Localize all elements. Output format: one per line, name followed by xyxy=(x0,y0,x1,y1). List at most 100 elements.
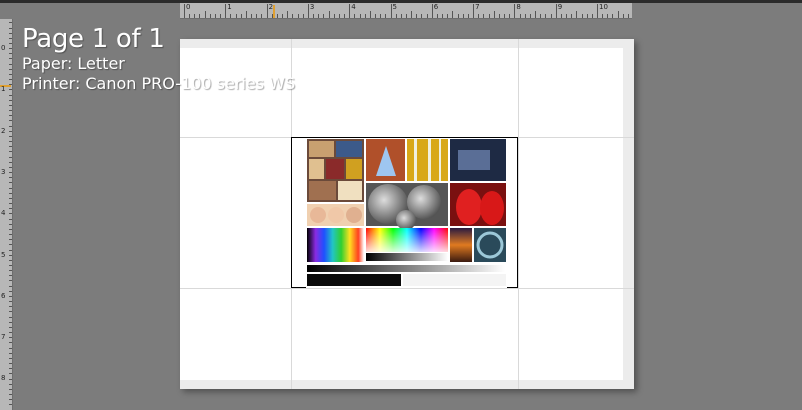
ruler-tick xyxy=(9,326,12,328)
ruler-tick xyxy=(504,14,506,18)
ruler-tick xyxy=(9,388,12,390)
layout-guide-vertical[interactable] xyxy=(518,39,519,389)
ruler-tick xyxy=(473,4,475,18)
ruler-tick xyxy=(266,4,268,18)
ruler-tick xyxy=(586,14,588,18)
ruler-tick xyxy=(354,14,356,18)
ruler-tick xyxy=(364,14,366,18)
vertical-ruler: 0 1 2 3 4 5 6 7 8 xyxy=(0,19,13,410)
ruler-tick xyxy=(9,73,12,75)
ruler-tick xyxy=(540,14,542,18)
ruler-tick xyxy=(328,11,330,18)
ruler-tick xyxy=(416,14,418,18)
ruler-tick xyxy=(9,383,12,385)
ruler-tick xyxy=(385,14,387,18)
ruler-number: 0 xyxy=(1,44,6,52)
ruler-tick xyxy=(535,11,537,18)
image-cell[interactable] xyxy=(291,137,518,288)
ruler-tick xyxy=(566,14,568,18)
page-count: Page 1 of 1 xyxy=(22,24,165,54)
ruler-tick xyxy=(9,357,12,359)
ruler-tick xyxy=(204,11,206,18)
ruler-tick xyxy=(467,14,469,18)
ruler-tick xyxy=(426,14,428,18)
ruler-tick xyxy=(411,11,413,18)
ruler-tick xyxy=(514,4,516,18)
ruler-tick xyxy=(9,79,12,81)
ruler-tick xyxy=(359,14,361,18)
ruler-number: 5 xyxy=(392,3,397,11)
ruler-tick xyxy=(447,14,449,18)
ruler-tick xyxy=(9,130,12,132)
ruler-tick xyxy=(9,332,12,334)
printer-label: Printer: xyxy=(22,74,81,93)
ruler-tick xyxy=(431,4,433,18)
ruler-number: 0 xyxy=(186,3,191,11)
ruler-number: 8 xyxy=(1,374,6,383)
ruler-tick xyxy=(576,11,578,18)
ruler-tick xyxy=(235,14,237,18)
paper-label: Paper: xyxy=(22,54,73,73)
ruler-tick xyxy=(9,182,12,184)
ruler-number: 2 xyxy=(1,126,6,135)
ruler-tick xyxy=(617,11,619,18)
ruler-tick xyxy=(9,89,12,91)
ruler-tick xyxy=(9,63,12,65)
ruler-tick xyxy=(287,11,289,18)
ruler-tick xyxy=(9,363,12,365)
ruler-tick xyxy=(344,14,346,18)
ruler-tick xyxy=(9,264,12,266)
ruler-tick xyxy=(493,11,495,18)
ruler-tick xyxy=(209,14,211,18)
ruler-tick xyxy=(519,14,521,18)
ruler-tick xyxy=(9,275,12,277)
ruler-tick xyxy=(318,14,320,18)
ruler-tick xyxy=(612,14,614,18)
ruler-tick xyxy=(9,151,12,153)
test-print-photo xyxy=(306,138,507,288)
ruler-number: 1 xyxy=(227,3,232,11)
ruler-tick xyxy=(9,146,12,148)
ruler-tick xyxy=(571,14,573,18)
ruler-tick xyxy=(369,11,371,18)
ruler-tick xyxy=(9,373,12,375)
ruler-tick xyxy=(390,4,392,18)
ruler-number: 9 xyxy=(557,3,563,11)
ruler-tick xyxy=(9,301,12,303)
ruler-tick xyxy=(9,223,12,225)
ruler-tick xyxy=(9,84,12,86)
ruler-tick xyxy=(9,27,12,29)
ruler-tick xyxy=(276,14,278,18)
ruler-tick xyxy=(509,14,511,18)
ruler-tick xyxy=(225,4,227,18)
ruler-tick xyxy=(9,285,12,287)
ruler-tick xyxy=(9,58,12,60)
ruler-tick xyxy=(9,208,12,210)
ruler-tick xyxy=(9,166,12,168)
ruler-tick xyxy=(9,203,12,205)
layout-guide-horizontal[interactable] xyxy=(180,288,634,289)
ruler-tick xyxy=(9,394,12,396)
ruler-tick xyxy=(9,197,12,199)
page-info-overlay: Page 1 of 1 Paper: Letter Printer: Canon P… xyxy=(22,24,295,94)
printer-value: Canon PRO-100 series WS xyxy=(85,74,296,93)
ruler-tick xyxy=(9,280,12,282)
ruler-tick xyxy=(9,99,12,101)
ruler-tick xyxy=(9,321,12,323)
printer-info: Printer: Canon PRO-100 series WS xyxy=(22,74,295,94)
ruler-tick xyxy=(9,404,12,406)
ruler-tick xyxy=(245,11,247,18)
ruler-tick xyxy=(9,32,12,34)
ruler-tick xyxy=(400,14,402,18)
ruler-tick xyxy=(622,14,624,18)
ruler-tick xyxy=(498,14,500,18)
ruler-tick xyxy=(395,14,397,18)
ruler-tick xyxy=(529,14,531,18)
ruler-tick xyxy=(9,228,12,230)
ruler-tick xyxy=(313,14,315,18)
ruler-tick xyxy=(9,254,12,256)
ruler-tick xyxy=(560,14,562,18)
ruler-tick xyxy=(9,43,12,44)
ruler-tick xyxy=(9,141,12,143)
ruler-tick xyxy=(452,11,454,18)
